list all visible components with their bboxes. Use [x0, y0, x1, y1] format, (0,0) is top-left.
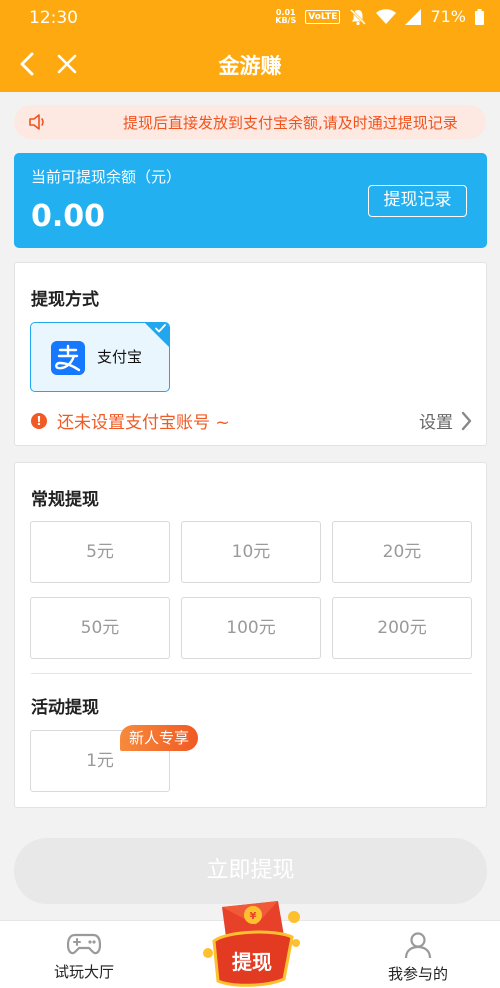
- tab-trial-hall-label: 试玩大厅: [53, 963, 114, 981]
- amount-option[interactable]: 50元: [30, 597, 170, 659]
- center-tab-label: 提现: [232, 950, 272, 974]
- alipay-option[interactable]: 支付宝: [30, 322, 170, 392]
- nav-bar: 金游赚: [0, 36, 500, 92]
- section-divider: [31, 673, 472, 674]
- red-envelope-withdraw-icon[interactable]: ¥ 提现: [196, 895, 306, 988]
- tab-my-participation-label: 我参与的: [387, 965, 448, 983]
- notice-banner: 提现后直接发放到支付宝余额,请及时通过提现记录: [14, 105, 486, 139]
- warning-icon: !: [31, 412, 47, 429]
- balance-card: 当前可提现余额（元） 0.00 提现记录: [14, 153, 487, 248]
- alipay-label: 支付宝: [97, 348, 143, 366]
- volte-indicator: VoLTE: [305, 9, 341, 24]
- setup-label: 设置: [419, 413, 453, 433]
- withdraw-method-card: 提现方式 支付宝 ! 还未设置支付宝账号 ~ 设置: [14, 262, 487, 446]
- amount-option[interactable]: 10元: [181, 521, 321, 583]
- activity-title: 活动提现: [31, 698, 99, 718]
- network-speed: 0.01 KB/S: [275, 7, 297, 25]
- alipay-warning: ! 还未设置支付宝账号 ~: [31, 408, 230, 433]
- alipay-logo-icon: [51, 341, 85, 375]
- warning-text: 还未设置支付宝账号 ~: [57, 413, 230, 433]
- speaker-icon: [29, 114, 44, 130]
- withdraw-amounts-card: 常规提现 5元 10元 20元 50元 100元 200元 活动提现 1元 新人…: [14, 462, 487, 808]
- tab-my-participation[interactable]: 我参与的: [358, 921, 478, 984]
- regular-title: 常规提现: [31, 490, 99, 510]
- setup-link[interactable]: 设置: [419, 408, 472, 433]
- amount-option[interactable]: 5元: [30, 521, 170, 583]
- tab-trial-hall[interactable]: 试玩大厅: [24, 921, 144, 982]
- battery-icon: [475, 8, 484, 25]
- svg-text:¥: ¥: [250, 911, 257, 922]
- amount-option[interactable]: 200元: [332, 597, 472, 659]
- balance-amount: 0.00: [31, 199, 106, 234]
- new-user-badge: 新人专享: [120, 725, 199, 751]
- page-title: 金游赚: [218, 54, 282, 78]
- mute-bell-icon: [350, 8, 367, 25]
- method-title: 提现方式: [31, 290, 99, 310]
- gamepad-icon: [67, 933, 101, 955]
- chevron-right-icon: [461, 411, 472, 430]
- withdraw-records-button[interactable]: 提现记录: [368, 185, 467, 217]
- amount-option[interactable]: 100元: [181, 597, 321, 659]
- notice-text: 提现后直接发放到支付宝余额,请及时通过提现记录: [123, 114, 458, 132]
- status-time: 12:30: [29, 8, 78, 28]
- wifi-icon: [376, 8, 397, 24]
- battery-percent: 71%: [430, 7, 466, 26]
- balance-label: 当前可提现余额（元）: [31, 168, 182, 186]
- person-icon: [404, 932, 432, 959]
- status-bar: 12:30 0.01 KB/S VoLTE 71%: [0, 0, 500, 36]
- signal-icon: [405, 8, 422, 25]
- amount-option[interactable]: 20元: [332, 521, 472, 583]
- check-icon: [155, 324, 166, 333]
